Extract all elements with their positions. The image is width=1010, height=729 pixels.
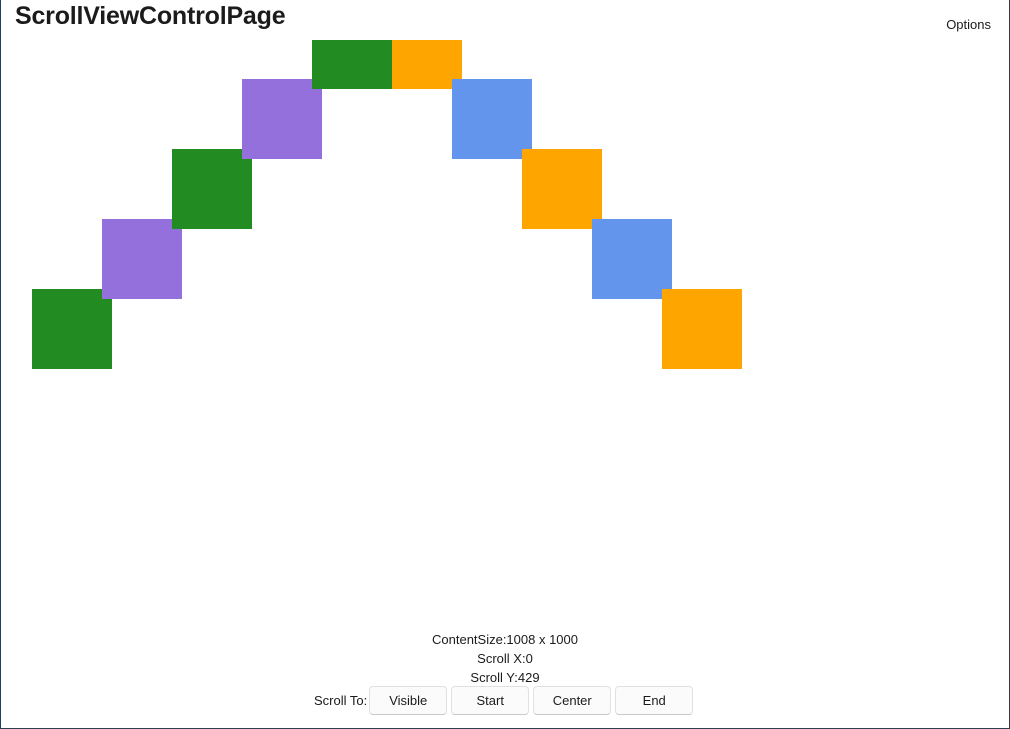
orange-box-2: [522, 149, 602, 229]
app-window: ScrollViewControlPage Options ContentSiz…: [0, 0, 1010, 729]
scroll-x-label: Scroll X:0: [477, 651, 533, 666]
options-menu[interactable]: Options: [946, 17, 991, 32]
scroll-y-label: Scroll Y:429: [470, 670, 540, 685]
green-box-1: [32, 289, 112, 369]
page-title: ScrollViewControlPage: [15, 2, 286, 30]
green-box-2: [172, 149, 252, 229]
purple-box-2: [242, 79, 322, 159]
scroll-view[interactable]: [2, 40, 1008, 625]
green-box-3: [312, 40, 392, 89]
purple-box-1: [102, 219, 182, 299]
scroll-info: ContentSize:1008 x 1000 Scroll X:0 Scrol…: [1, 630, 1009, 687]
scroll-to-visible-button[interactable]: Visible: [369, 686, 448, 715]
scroll-to-center-button[interactable]: Center: [533, 686, 612, 715]
scroll-to-start-button[interactable]: Start: [451, 686, 530, 715]
blue-box-1: [452, 79, 532, 159]
scroll-to-controls: Scroll To: Visible Start Center End: [314, 686, 697, 715]
content-size-label: ContentSize:1008 x 1000: [432, 632, 578, 647]
scroll-to-end-button[interactable]: End: [615, 686, 694, 715]
scroll-to-label: Scroll To:: [314, 693, 368, 708]
blue-box-2: [592, 219, 672, 299]
orange-box-3: [662, 289, 742, 369]
